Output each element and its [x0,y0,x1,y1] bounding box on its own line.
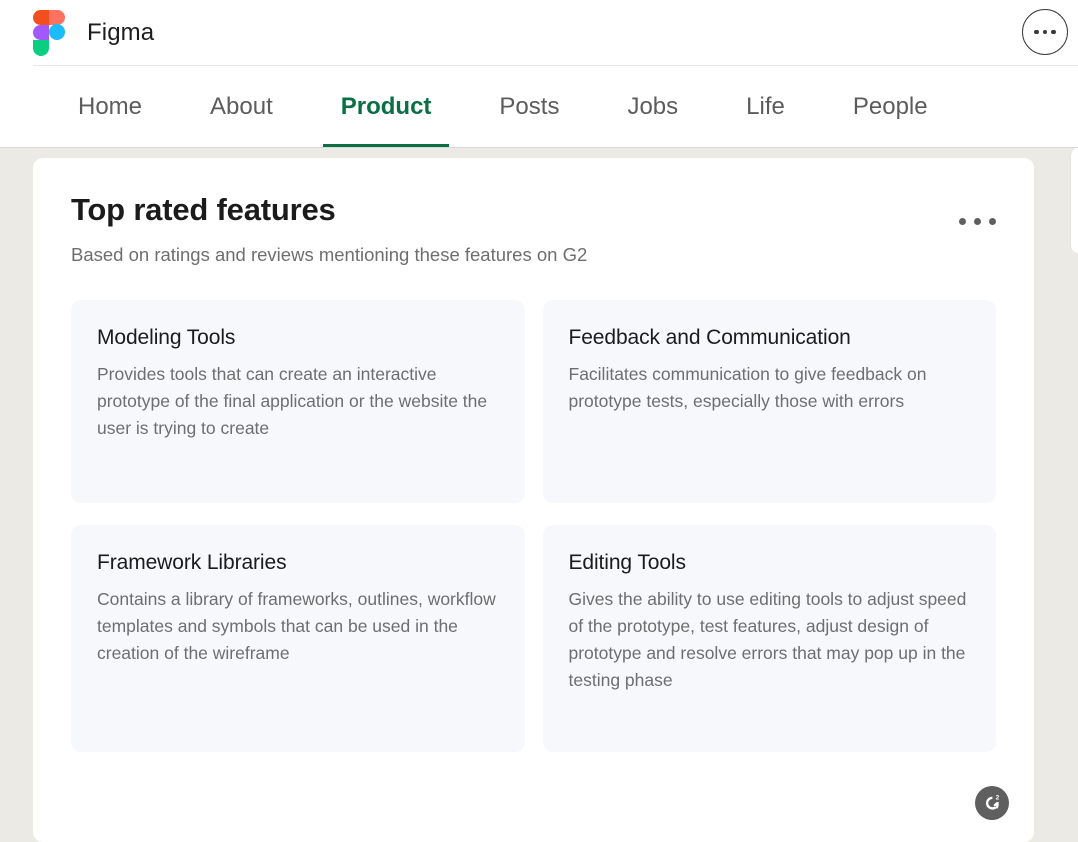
feature-title: Feedback and Communication [568,325,851,349]
svg-text:2: 2 [996,795,1000,802]
top-rated-features-card: Top rated features Based on ratings and … [33,158,1034,842]
feature-description: Provides tools that can create an intera… [97,363,488,439]
feature-description: Contains a library of frameworks, outlin… [97,588,496,664]
primary-nav: Home About Product Posts Jobs Life Peopl… [0,66,1078,147]
card-content: Top rated features Based on ratings and … [33,158,1034,752]
page-subtitle: Based on ratings and reviews mentioning … [71,243,588,265]
brand[interactable]: Figma [0,9,155,56]
page-body: Top rated features Based on ratings and … [0,148,1078,842]
feature-description: Facilitates communication to give feedba… [568,363,927,411]
app-screen: Figma Home About Product Posts Jobs Life… [0,0,1078,842]
page-header: Figma [0,0,1078,65]
more-horizontal-icon [974,218,981,225]
feature-card-framework-libraries[interactable]: Framework Libraries Contains a library o… [71,524,525,752]
tab-about[interactable]: About [192,66,291,147]
feature-card-modeling-tools[interactable]: Modeling Tools Provides tools that can c… [71,299,525,503]
more-horizontal-icon [959,218,966,225]
adjacent-panel-sliver [1070,148,1078,253]
feature-title: Framework Libraries [97,550,287,574]
tab-people[interactable]: People [835,66,946,147]
card-more-button[interactable] [953,212,1002,231]
tab-life[interactable]: Life [728,66,803,147]
tab-home[interactable]: Home [60,66,160,147]
feature-description: Gives the ability to use editing tools t… [568,588,967,691]
more-horizontal-icon [1042,29,1048,35]
top-shell: Figma Home About Product Posts Jobs Life… [0,0,1078,148]
g2-logo-icon[interactable]: 2 [975,786,1009,820]
page-title: Top rated features [71,192,336,227]
figma-logo-icon [33,9,65,56]
brand-name: Figma [87,18,155,46]
more-horizontal-icon [1051,29,1056,35]
tab-jobs[interactable]: Jobs [609,66,696,147]
tab-posts[interactable]: Posts [481,66,577,147]
more-horizontal-icon [1034,29,1039,35]
feature-grid: Modeling Tools Provides tools that can c… [71,299,996,752]
header-more-button[interactable] [1022,9,1068,55]
tab-product[interactable]: Product [322,66,450,147]
feature-title: Modeling Tools [97,325,236,349]
feature-card-editing-tools[interactable]: Editing Tools Gives the ability to use e… [542,524,996,752]
feature-title: Editing Tools [568,550,686,574]
more-horizontal-icon [989,218,996,225]
feature-card-feedback-and-communication[interactable]: Feedback and Communication Facilitates c… [542,299,996,503]
